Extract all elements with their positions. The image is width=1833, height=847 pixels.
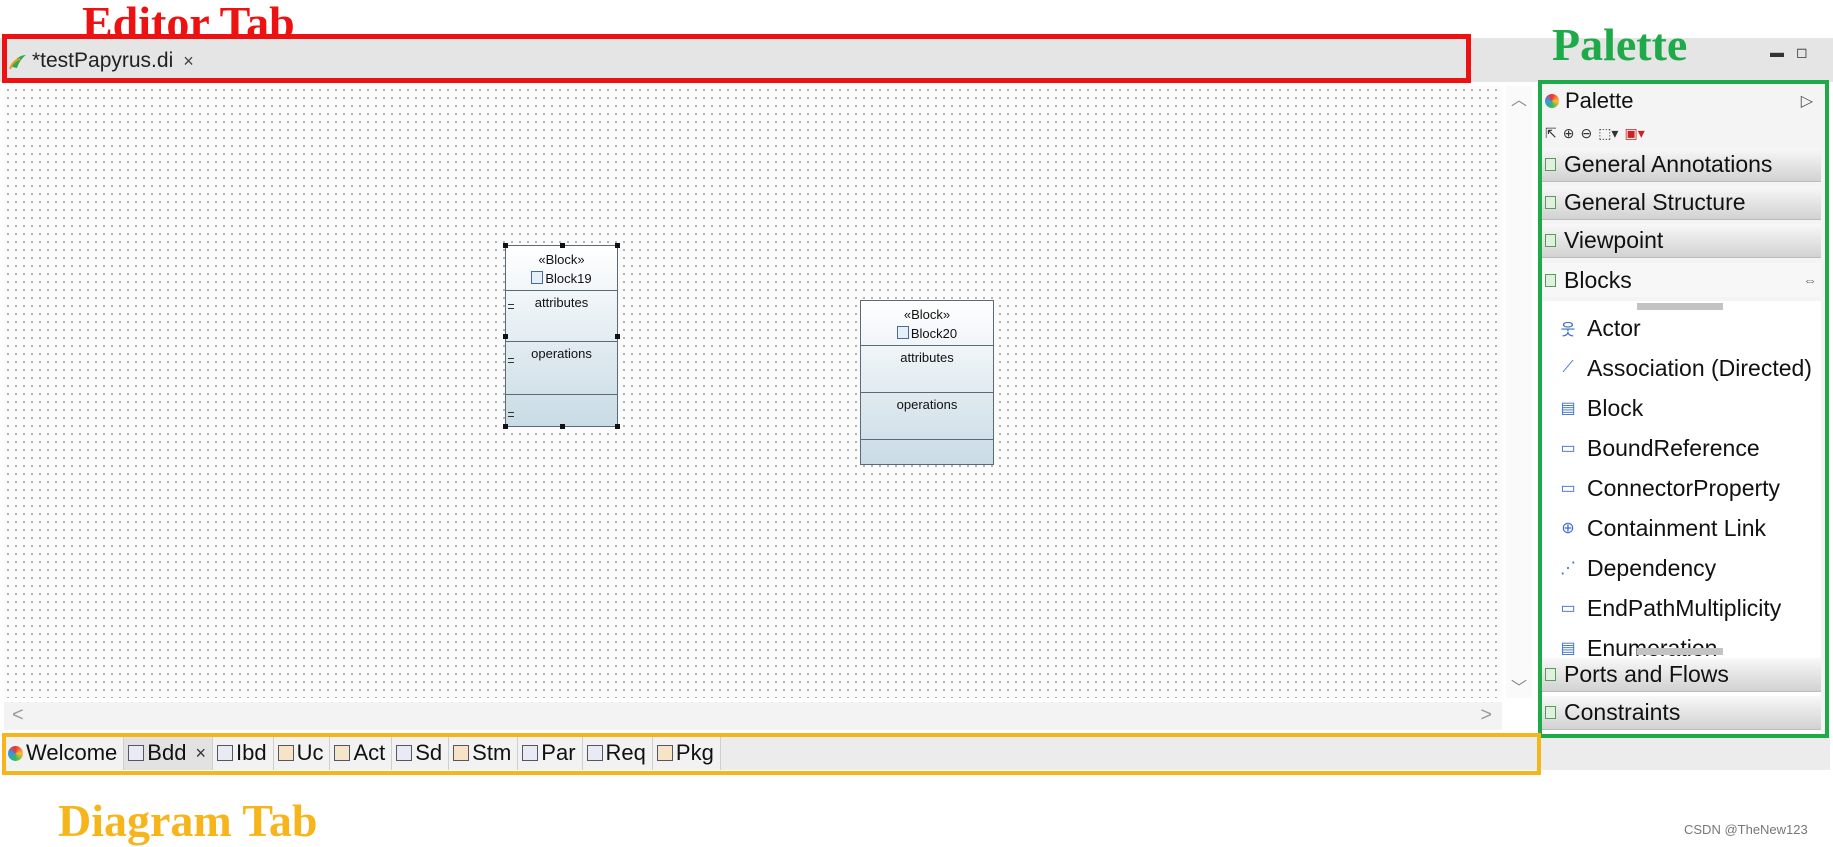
resize-handle[interactable]: [503, 334, 508, 339]
diagram-canvas[interactable]: [4, 86, 1502, 698]
maximize-icon[interactable]: ◻: [1796, 44, 1808, 61]
operations-compartment[interactable]: operations: [861, 393, 993, 439]
window-controls: ▬ ◻: [1770, 44, 1808, 61]
resize-handle[interactable]: [615, 243, 620, 248]
resize-handle[interactable]: [615, 424, 620, 429]
block-stereotype: «Block»: [538, 252, 585, 267]
block-node[interactable]: «Block» Block19 attributes operations: [503, 243, 620, 429]
palette-highlight: [1538, 80, 1829, 738]
editor-tab-annotation: Editor Tab: [82, 0, 295, 48]
minimize-icon[interactable]: ▬: [1770, 44, 1784, 61]
resize-handle[interactable]: [503, 424, 508, 429]
scroll-right-icon[interactable]: >: [1480, 704, 1492, 727]
horizontal-scrollbar[interactable]: < >: [4, 702, 1502, 730]
vertical-scrollbar[interactable]: ︿ ﹀: [1506, 86, 1532, 698]
scroll-down-icon[interactable]: ﹀: [1511, 674, 1527, 698]
block-node[interactable]: «Block» Block20 attributes operations: [860, 300, 994, 465]
palette-annotation: Palette: [1552, 19, 1688, 70]
block-name: Block19: [545, 271, 592, 286]
attributes-compartment[interactable]: attributes: [506, 291, 617, 341]
resize-handle[interactable]: [615, 334, 620, 339]
block-icon: [531, 271, 544, 284]
resize-handle[interactable]: [503, 243, 508, 248]
diagram-tab-highlight: [2, 733, 1541, 775]
watermark: CSDN @TheNew123: [1684, 822, 1808, 837]
block-name: Block20: [910, 326, 958, 341]
scroll-left-icon[interactable]: <: [12, 704, 24, 727]
attributes-compartment[interactable]: attributes: [861, 346, 993, 392]
block-stereotype: «Block»: [903, 307, 951, 322]
collapse-icon[interactable]: [508, 412, 514, 417]
scroll-up-icon[interactable]: ︿: [1511, 86, 1527, 110]
block-icon: [896, 326, 909, 339]
resize-handle[interactable]: [560, 243, 565, 248]
collapse-icon[interactable]: [508, 358, 514, 363]
resize-handle[interactable]: [560, 424, 565, 429]
status-area: [1540, 736, 1830, 770]
operations-compartment[interactable]: operations: [506, 342, 617, 394]
diagram-tab-annotation: Diagram Tab: [58, 795, 318, 846]
collapse-icon[interactable]: [508, 304, 514, 309]
